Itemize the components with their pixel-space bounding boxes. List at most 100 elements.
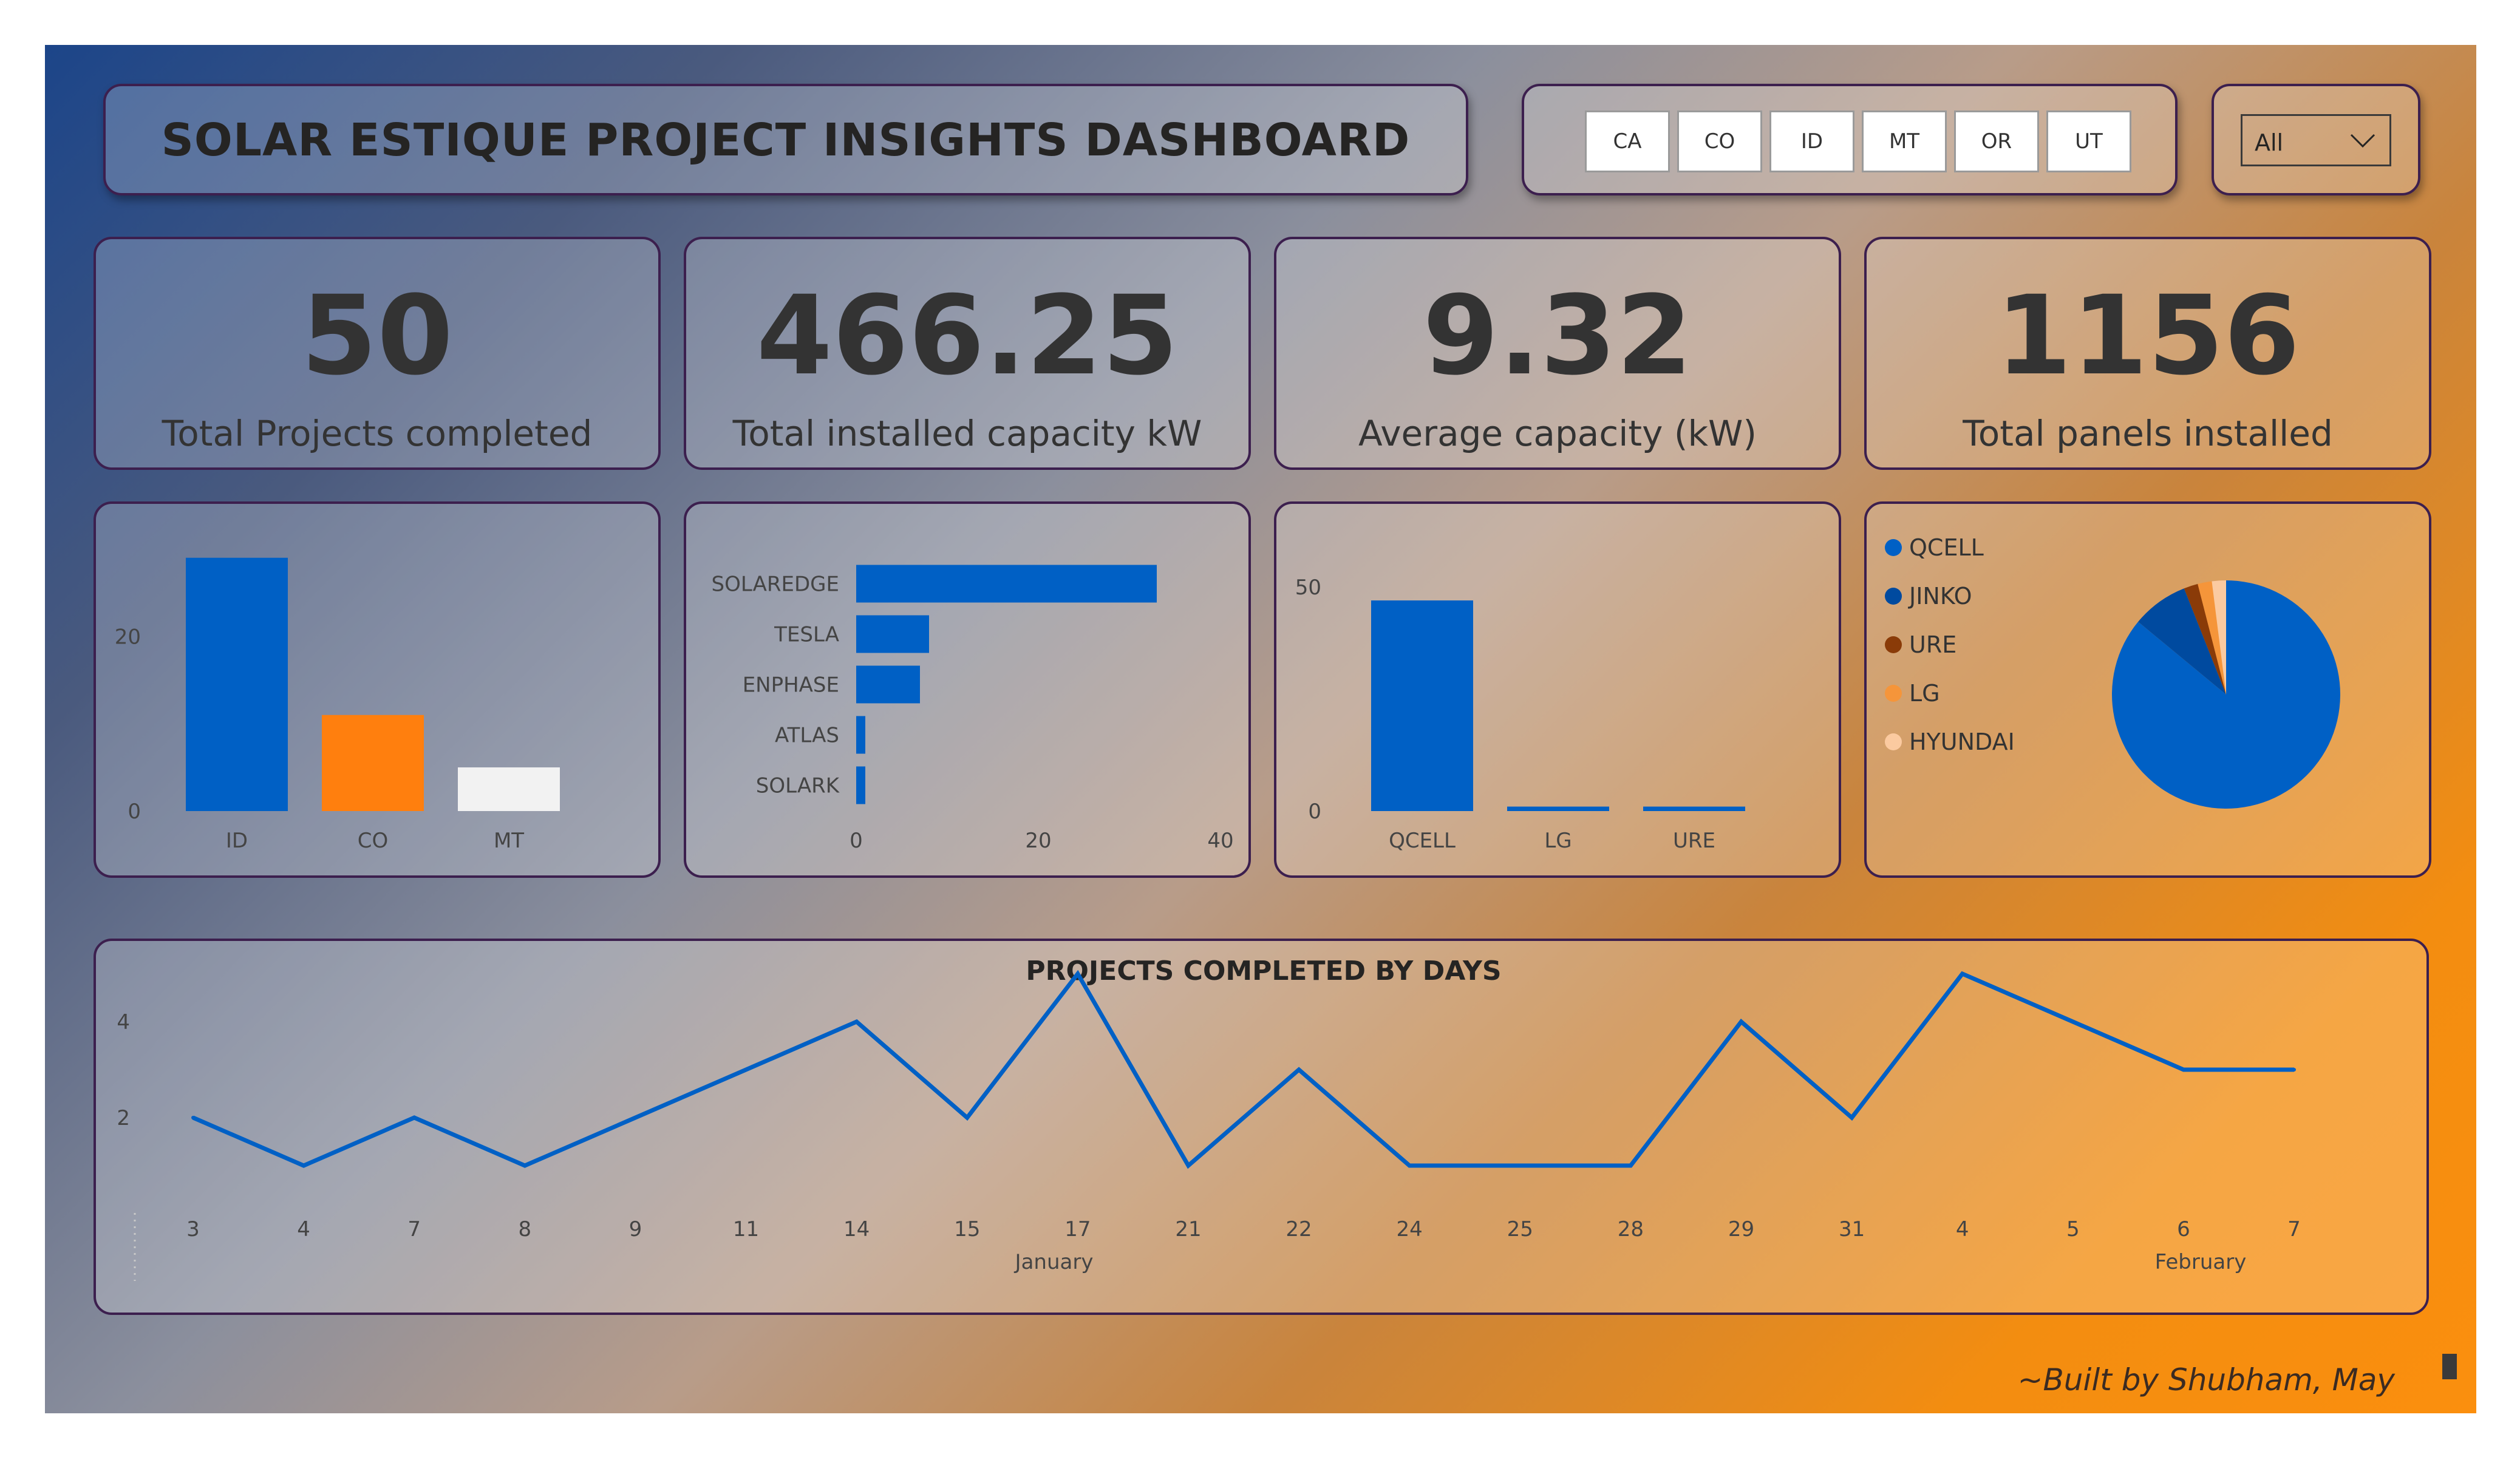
- y-tick-label: SOLAREDGE: [712, 572, 839, 597]
- month-label: February: [2155, 1250, 2247, 1274]
- data-point: [1518, 1164, 1522, 1167]
- bar-qcell: [1371, 600, 1473, 811]
- bar-solark: [856, 766, 865, 804]
- x-tick-label: 24: [1397, 1217, 1423, 1241]
- data-point: [523, 1164, 527, 1167]
- y-tick-label: SOLARK: [756, 774, 840, 798]
- author-credit: ~Built by Shubham, May: [2017, 1362, 2395, 1398]
- x-tick-label: ID: [226, 829, 248, 853]
- x-tick-label: QCELL: [1389, 829, 1456, 853]
- x-tick-label: 20: [1025, 829, 1051, 853]
- data-point: [1186, 1164, 1190, 1167]
- x-tick-label: 8: [518, 1217, 531, 1241]
- state-button-id[interactable]: ID: [1769, 110, 1854, 172]
- y-tick-label: 0: [128, 800, 141, 824]
- title-panel: SOLAR ESTIQUE PROJECT INSIGHTS DASHBOARD: [103, 84, 1468, 195]
- legend-marker: [1885, 733, 1902, 750]
- kpi-label: Average capacity (kW): [1358, 413, 1757, 454]
- data-point: [2071, 1020, 2075, 1024]
- data-point: [2292, 1068, 2296, 1072]
- x-tick-label: 7: [407, 1217, 421, 1241]
- data-point: [2181, 1068, 2185, 1072]
- bar-mt: [458, 767, 560, 811]
- x-tick-label: 40: [1207, 829, 1233, 853]
- x-tick-label: 0: [850, 829, 863, 853]
- data-point: [744, 1068, 748, 1072]
- data-point: [191, 1116, 195, 1119]
- x-tick-label: 7: [2287, 1217, 2301, 1241]
- x-tick-label: 14: [843, 1217, 870, 1241]
- chart-projects-by-state: 0 20 ID CO MT: [94, 501, 661, 878]
- state-button-mt[interactable]: MT: [1862, 110, 1947, 172]
- chart-title: PROJECTS COMPLETED BY DAYS: [1026, 956, 1501, 987]
- y-tick-label: 4: [117, 1010, 130, 1034]
- legend-label: LG: [1909, 680, 1940, 707]
- inverter-bar-chart: SOLAREDGE TESLA ENPHASE ATLAS SOLARK 0 20 40: [712, 565, 1234, 853]
- kpi-value: 50: [301, 273, 454, 399]
- panel-share-pie-chart: QCELL JINKO URE LG HYUNDAI: [1885, 534, 2340, 809]
- kpi-label: Total panels installed: [1963, 413, 2333, 454]
- series-line: [192, 970, 2294, 1169]
- bar-co: [322, 715, 424, 811]
- kpi-value: 9.32: [1422, 273, 1693, 399]
- kpi-total-projects: 50 Total Projects completed: [94, 237, 661, 470]
- legend-label: JINKO: [1908, 583, 1972, 610]
- data-point: [1850, 1116, 1854, 1119]
- state-slicer: CA CO ID MT OR UT: [1522, 84, 2178, 195]
- x-tick-label: 3: [186, 1217, 200, 1241]
- kpi-value: 466.25: [756, 273, 1179, 399]
- month-label: January: [1014, 1250, 1094, 1274]
- y-tick-label: 50: [1295, 576, 1321, 600]
- kpi-label: Total installed capacity kW: [732, 413, 1202, 454]
- state-button-or[interactable]: OR: [1954, 110, 2039, 172]
- x-tick-label: 21: [1175, 1217, 1201, 1241]
- x-tick-label: 28: [1618, 1217, 1644, 1241]
- state-button-ca[interactable]: CA: [1585, 110, 1670, 172]
- chart-inverter-brands: SOLAREDGE TESLA ENPHASE ATLAS SOLARK 0 20 40: [684, 501, 1251, 878]
- chevron-down-icon: [2350, 134, 2375, 148]
- x-tick-label: LG: [1544, 829, 1572, 853]
- state-bar-chart: 0 20 ID CO MT: [115, 557, 560, 853]
- dashboard-title: SOLAR ESTIQUE PROJECT INSIGHTS DASHBOARD: [161, 114, 1411, 166]
- x-tick-label: 17: [1064, 1217, 1091, 1241]
- x-tick-label: 11: [733, 1217, 759, 1241]
- chart-projects-by-days: PROJECTS COMPLETED BY DAYS 2 4 3 4 7 8 9 11 14 15 1…: [94, 939, 2429, 1315]
- y-tick-label: 2: [117, 1106, 130, 1130]
- x-tick-label: CO: [358, 829, 389, 853]
- data-point: [1960, 972, 1964, 976]
- scroll-marker: [2442, 1354, 2457, 1379]
- x-tick-label: 4: [297, 1217, 310, 1241]
- x-tick-label: 31: [1839, 1217, 1865, 1241]
- legend-marker: [1885, 588, 1902, 605]
- panel-brand-bar-chart: 0 50 QCELL LG URE: [1295, 576, 1745, 853]
- data-point: [633, 1116, 638, 1119]
- data-point: [1739, 1020, 1743, 1024]
- bar-id: [186, 557, 288, 811]
- data-point: [1297, 1068, 1301, 1072]
- data-point: [965, 1116, 969, 1119]
- legend-label: HYUNDAI: [1909, 728, 2015, 755]
- chart-panel-share: QCELL JINKO URE LG HYUNDAI: [1864, 501, 2431, 878]
- bar-tesla: [856, 615, 929, 653]
- state-button-co[interactable]: CO: [1677, 110, 1762, 172]
- kpi-label: Total Projects completed: [162, 413, 593, 454]
- bar-enphase: [856, 665, 920, 704]
- x-tick-label: 9: [629, 1217, 642, 1241]
- legend-marker: [1885, 539, 1902, 556]
- kpi-total-panels: 1156 Total panels installed: [1864, 237, 2431, 470]
- y-tick-label: TESLA: [774, 623, 839, 647]
- state-button-ut[interactable]: UT: [2046, 110, 2131, 172]
- bar-atlas: [856, 716, 865, 754]
- x-tick-label: URE: [1673, 829, 1715, 853]
- dropdown-panel: All: [2212, 84, 2420, 195]
- y-tick-label: ATLAS: [775, 724, 839, 748]
- filter-dropdown[interactable]: All: [2241, 114, 2391, 166]
- data-point: [412, 1116, 417, 1119]
- bar-ure: [1643, 806, 1745, 811]
- dashboard-canvas: SOLAR ESTIQUE PROJECT INSIGHTS DASHBOARD…: [45, 45, 2476, 1413]
- legend-marker: [1885, 636, 1902, 653]
- kpi-installed-capacity: 466.25 Total installed capacity kW: [684, 237, 1251, 470]
- y-tick-label: 0: [1308, 800, 1321, 824]
- data-point: [1075, 972, 1080, 976]
- projects-line-chart: PROJECTS COMPLETED BY DAYS243 4 7 8 9 11 14 15 1…: [117, 956, 2301, 1281]
